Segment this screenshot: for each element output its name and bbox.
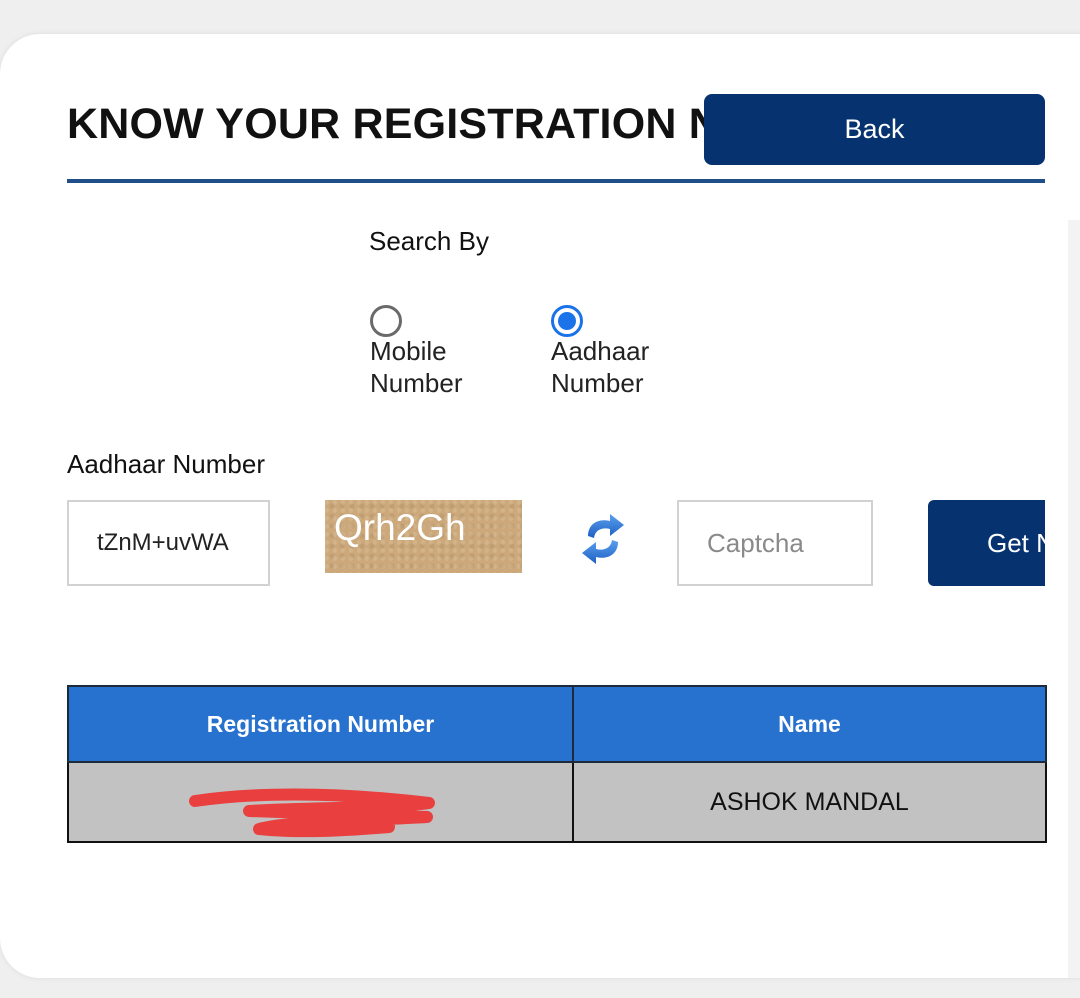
get-number-button-clip: Get Number: [928, 500, 1045, 586]
name-cell: ASHOK MANDAL: [572, 761, 1047, 843]
column-header-name: Name: [572, 685, 1047, 763]
aadhaar-field-label: Aadhaar Number: [67, 449, 265, 479]
radio-mobile-number[interactable]: Mobile Number: [370, 305, 500, 399]
back-button[interactable]: Back: [704, 94, 1045, 165]
results-table: Registration Number Name ASHOK MANDAL: [67, 685, 1047, 843]
scroll-edge: [1068, 220, 1080, 978]
refresh-icon[interactable]: [580, 510, 626, 568]
registration-number-cell: [67, 761, 574, 843]
column-header-registration-number: Registration Number: [67, 685, 574, 763]
radio-aadhaar-number[interactable]: Aadhaar Number: [551, 305, 681, 399]
redaction-scribble: [189, 788, 435, 838]
search-by-label: Search By: [369, 226, 489, 256]
page: KNOW YOUR REGISTRATION NUMBER Back Searc…: [0, 0, 1080, 998]
results-header-row: Registration Number Name: [67, 685, 1047, 763]
captcha-image: Qrh2Gh: [325, 500, 522, 573]
radio-mobile-label: Mobile Number: [370, 336, 463, 398]
title-divider: [67, 179, 1045, 183]
get-number-button[interactable]: Get Number: [928, 500, 1045, 586]
radio-mobile-circle[interactable]: [370, 305, 402, 337]
table-row: ASHOK MANDAL: [67, 761, 1047, 843]
aadhaar-input[interactable]: [67, 500, 270, 586]
captcha-input[interactable]: [677, 500, 873, 586]
radio-aadhaar-label: Aadhaar Number: [551, 336, 650, 398]
radio-aadhaar-circle[interactable]: [551, 305, 583, 337]
